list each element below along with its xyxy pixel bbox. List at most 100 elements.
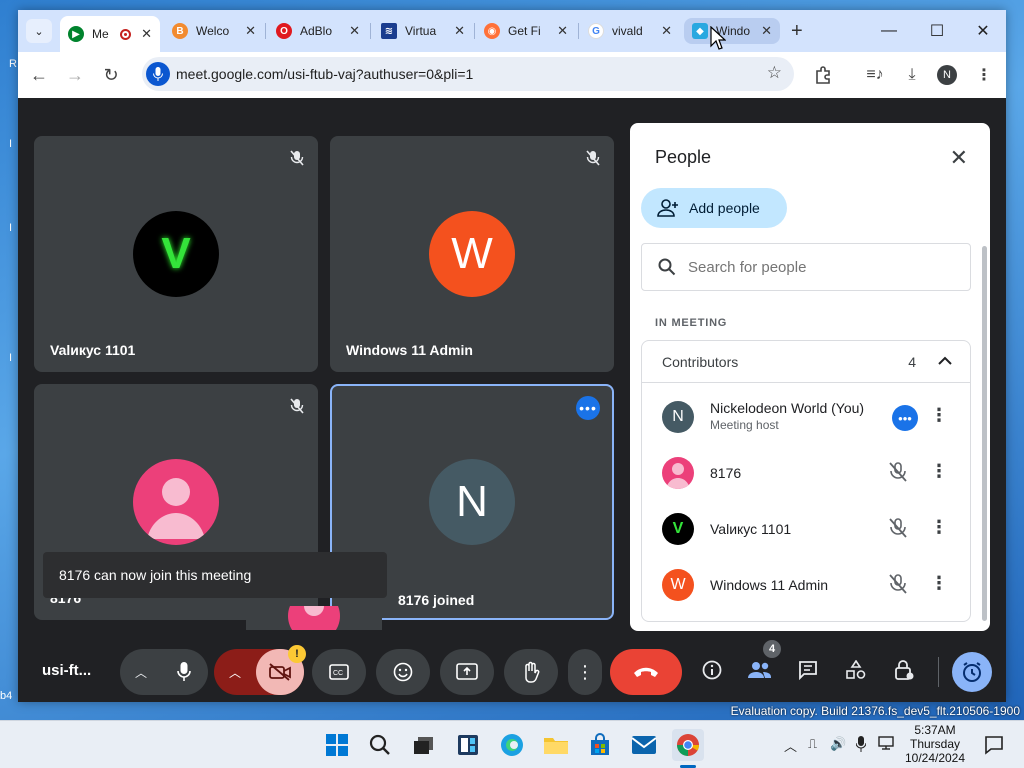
mic-options-chevron-icon[interactable]: ︿	[121, 664, 161, 681]
url-text: meet.google.com/usi-ftub-vaj?authuser=0&…	[176, 66, 474, 82]
avatar	[662, 457, 694, 489]
meeting-timer-icon[interactable]	[952, 652, 992, 692]
raise-hand-button[interactable]	[504, 649, 558, 695]
search-input[interactable]	[688, 258, 948, 276]
member-name: Valикус 1101	[710, 520, 792, 537]
taskbar-clock[interactable]: 5:37AM Thursday 10/24/2024	[898, 723, 972, 765]
address-bar[interactable]: meet.google.com/usi-ftub-vaj?authuser=0&…	[142, 57, 794, 91]
tab-firefox[interactable]: ◉ Get Fi ✕	[476, 16, 576, 46]
close-tab-icon[interactable]: ✕	[454, 23, 465, 39]
member-menu-icon[interactable]: ⋮	[930, 517, 948, 538]
tab-windows[interactable]: ◆ Windo ✕	[684, 18, 780, 44]
google-icon: G	[588, 23, 604, 39]
welcome-icon: B	[172, 23, 188, 39]
mic-off-icon[interactable]	[888, 461, 908, 483]
tab-search-button[interactable]: ⌄	[26, 19, 52, 43]
widgets-icon[interactable]	[452, 729, 484, 761]
participant-tile[interactable]: V Valикус 1101	[34, 136, 318, 372]
captions-button[interactable]: CC	[312, 649, 366, 695]
task-view-icon[interactable]	[408, 729, 440, 761]
emoji-button[interactable]	[376, 649, 430, 695]
member-menu-icon[interactable]: ⋮	[930, 461, 948, 482]
activities-button[interactable]	[836, 650, 876, 690]
meet-stage: V Valикус 1101 W Windows 11 Admin 8176 N…	[18, 98, 1006, 702]
browser-window: ⌄ ▶ Me ✕ B Welco ✕ O AdBlo ✕ ≋ Virtua ✕ …	[18, 10, 1006, 702]
maximize-button[interactable]: ☐	[914, 18, 960, 44]
network-icon[interactable]	[878, 736, 896, 753]
close-tab-icon[interactable]: ✕	[245, 23, 256, 39]
camera-options-chevron-icon[interactable]: ︿	[214, 664, 256, 681]
back-button[interactable]: ←	[26, 62, 52, 88]
panel-scrollbar[interactable]	[982, 246, 987, 621]
volume-icon[interactable]: 🔊	[830, 736, 846, 752]
list-item[interactable]: W Windows 11 Admin ⋮	[642, 557, 970, 613]
close-tab-icon[interactable]: ✕	[141, 26, 152, 42]
new-tab-button[interactable]: +	[791, 20, 803, 43]
media-control-icon[interactable]: ≡♪	[864, 64, 886, 86]
close-panel-button[interactable]: ✕	[950, 145, 968, 171]
reload-button[interactable]: ↻	[98, 62, 124, 88]
mic-in-use-icon[interactable]	[146, 62, 170, 86]
chrome-icon[interactable]	[672, 729, 704, 761]
close-tab-icon[interactable]: ✕	[661, 23, 672, 39]
tab-title: Welco	[196, 24, 230, 38]
start-button[interactable]	[321, 729, 353, 761]
list-item[interactable]: 8176 ⋮	[642, 445, 970, 501]
mic-off-icon	[290, 398, 304, 414]
mic-off-icon[interactable]	[888, 573, 908, 595]
notification-icon[interactable]	[978, 729, 1010, 761]
self-preview	[246, 606, 382, 630]
evaluation-watermark: Evaluation copy. Build 21376.fs_dev5_flt…	[730, 704, 1020, 718]
mic-off-icon[interactable]	[888, 517, 908, 539]
host-options-button[interactable]: •••	[892, 405, 918, 431]
list-item[interactable]: V Valикус 1101 ⋮	[642, 501, 970, 557]
add-people-button[interactable]: Add people	[641, 188, 787, 228]
usb-icon[interactable]: ⎍	[808, 736, 817, 752]
forward-button[interactable]: →	[62, 62, 88, 88]
store-icon[interactable]	[584, 729, 616, 761]
tab-meet[interactable]: ▶ Me ✕	[60, 16, 160, 52]
close-tab-icon[interactable]: ✕	[761, 23, 772, 39]
edge-browser-icon[interactable]	[496, 729, 528, 761]
tray-overflow-chevron-icon[interactable]: ︿	[784, 736, 797, 755]
search-icon[interactable]	[364, 729, 396, 761]
chevron-up-icon[interactable]	[938, 353, 952, 369]
svg-text:CC: CC	[333, 670, 343, 677]
close-tab-icon[interactable]: ✕	[557, 23, 568, 39]
participant-name: 8176 joined	[398, 592, 475, 608]
mic-off-icon	[586, 150, 600, 166]
member-menu-icon[interactable]: ⋮	[930, 405, 948, 426]
profile-avatar[interactable]: N	[936, 64, 958, 86]
participant-tile[interactable]: W Windows 11 Admin	[330, 136, 614, 372]
present-screen-button[interactable]	[440, 649, 494, 695]
chat-button[interactable]	[788, 650, 828, 690]
host-controls-button[interactable]	[884, 650, 924, 690]
tab-vivaldi[interactable]: G vivald ✕	[580, 16, 680, 46]
file-explorer-icon[interactable]	[540, 729, 572, 761]
tab-welcome[interactable]: B Welco ✕	[164, 16, 264, 46]
mail-icon[interactable]	[628, 729, 660, 761]
tile-more-options-button[interactable]: •••	[576, 396, 600, 420]
people-search-field[interactable]	[641, 243, 971, 291]
tab-virtual[interactable]: ≋ Virtua ✕	[373, 16, 473, 46]
extensions-icon[interactable]	[812, 64, 834, 86]
bookmark-star-icon[interactable]: ☆	[767, 63, 782, 83]
windows-icon: ◆	[692, 23, 708, 39]
download-icon[interactable]: ⤓	[901, 64, 923, 86]
meeting-code: usi-ft...	[42, 662, 92, 679]
tab-adblock[interactable]: O AdBlo ✕	[268, 16, 368, 46]
minimize-button[interactable]: —	[866, 18, 912, 44]
contributors-header[interactable]: Contributors 4	[642, 341, 970, 383]
member-menu-icon[interactable]: ⋮	[930, 573, 948, 594]
meeting-info-button[interactable]	[692, 650, 732, 690]
close-tab-icon[interactable]: ✕	[349, 23, 360, 39]
mic-button[interactable]	[161, 649, 207, 695]
menu-kebab-icon[interactable]: ⋮	[973, 64, 995, 86]
mic-tray-icon[interactable]	[855, 736, 867, 755]
more-options-button[interactable]: ⋮	[568, 649, 602, 695]
leave-call-button[interactable]	[610, 649, 682, 695]
close-window-button[interactable]: ✕	[960, 18, 1006, 44]
windows-taskbar: ︿ ⎍ 🔊 5:37AM Thursday 10/24/2024	[0, 720, 1024, 768]
clock-time: 5:37AM	[914, 723, 956, 737]
list-item[interactable]: N Nickelodeon World (You) Meeting host •…	[642, 389, 970, 445]
